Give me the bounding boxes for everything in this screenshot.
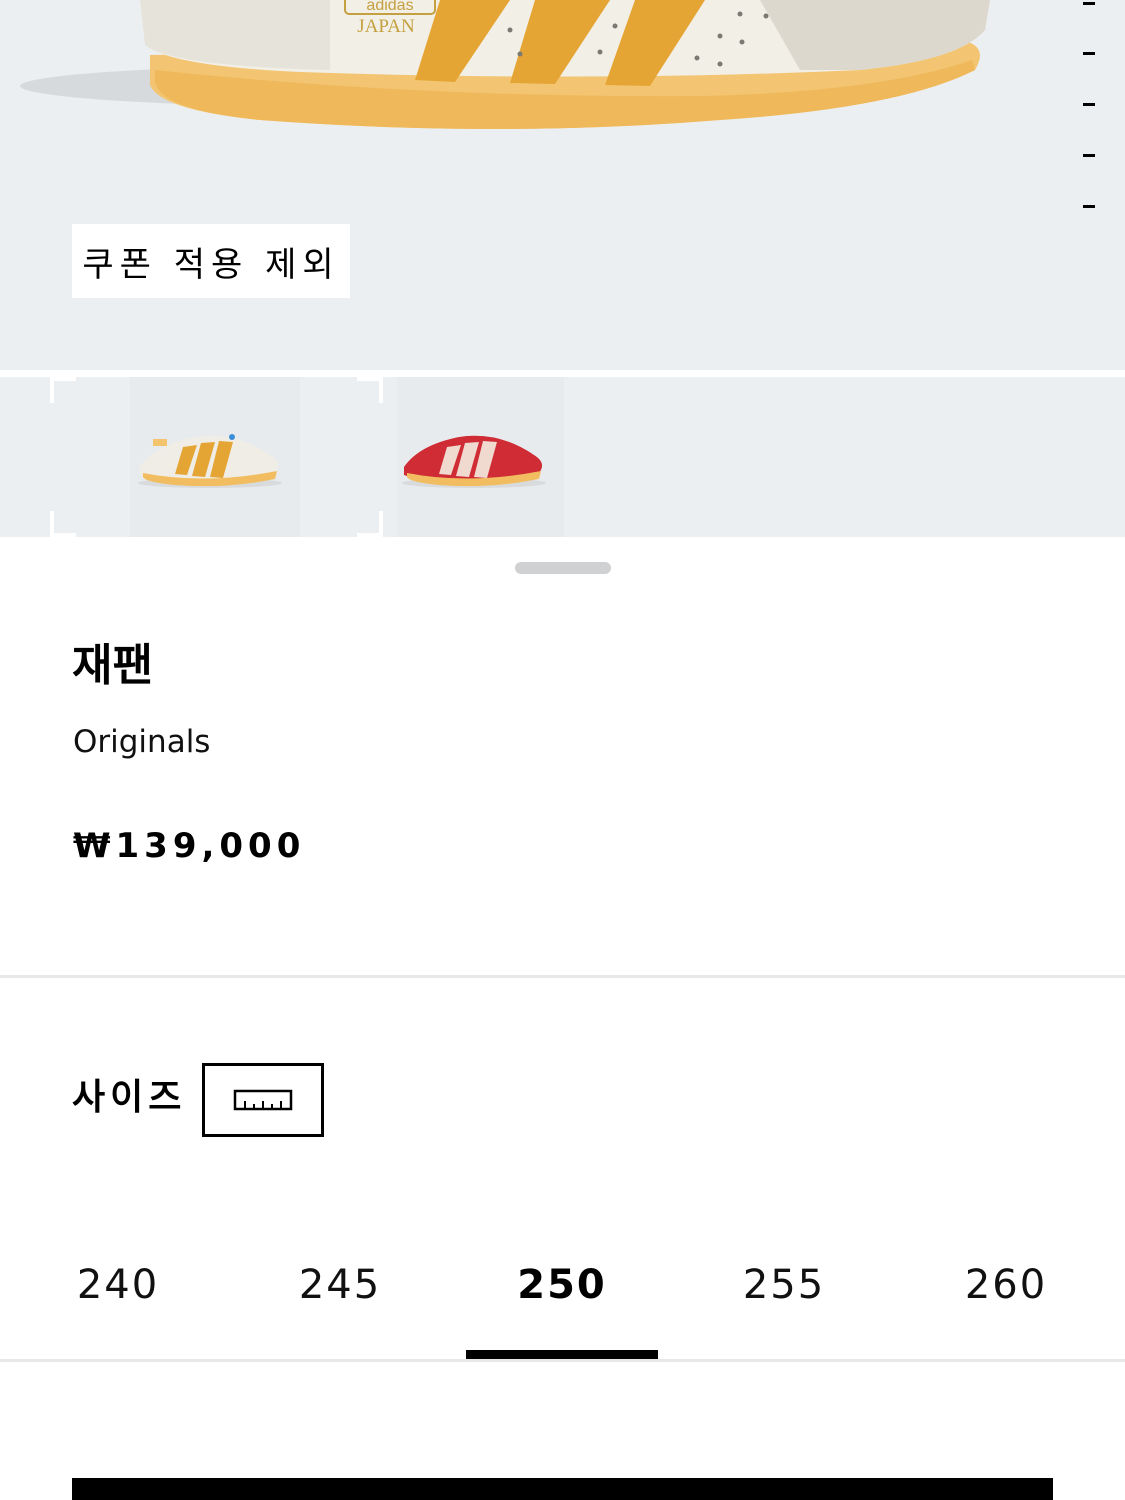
pagination-dot[interactable]	[1083, 205, 1095, 208]
selection-corner	[50, 511, 76, 537]
colorway-thumbnails	[0, 377, 1125, 537]
pagination-dot[interactable]	[1083, 2, 1095, 5]
size-option-250[interactable]: 250	[451, 1240, 673, 1330]
shoe-logo-subtext: JAPAN	[357, 16, 415, 37]
pagination-dot[interactable]	[1083, 154, 1095, 157]
selection-corner	[357, 377, 383, 403]
thumbnail-white-orange[interactable]	[50, 377, 383, 537]
pagination-dot[interactable]	[1083, 52, 1095, 55]
shoe-thumbnail-red-cream	[402, 435, 546, 488]
size-option-260[interactable]: 260	[895, 1240, 1117, 1330]
product-title: 재팬	[72, 640, 153, 691]
size-guide-button[interactable]	[202, 1063, 324, 1137]
size-selector: 240 245 250 255 260	[0, 1240, 1125, 1360]
shoe-thumbnail-white-orange	[138, 434, 282, 488]
shoe-image: adidas JAPAN	[20, 0, 990, 129]
selection-corner	[357, 511, 383, 537]
size-option-245[interactable]: 245	[229, 1240, 451, 1330]
selected-size-indicator	[466, 1350, 658, 1359]
section-divider	[0, 1359, 1125, 1362]
hero-divider	[0, 370, 1125, 377]
product-brand[interactable]: Originals	[73, 722, 210, 762]
thumbnail-red-cream[interactable]	[397, 377, 564, 537]
size-option-255[interactable]: 255	[673, 1240, 895, 1330]
product-price: ₩139,000	[73, 826, 306, 866]
size-option-240[interactable]: 240	[7, 1240, 229, 1330]
shoe-logo-text: adidas	[366, 0, 413, 14]
size-label: 사이즈	[72, 1077, 187, 1118]
product-hero-image[interactable]: adidas JAPAN 쿠폰 적용 제외	[0, 0, 1125, 370]
coupon-excluded-badge: 쿠폰 적용 제외	[72, 224, 350, 298]
add-to-cart-button[interactable]	[72, 1478, 1053, 1500]
bottom-sheet-drag-handle[interactable]	[515, 562, 611, 574]
pagination-dot[interactable]	[1083, 103, 1095, 106]
ruler-icon	[233, 1089, 293, 1111]
section-divider	[0, 975, 1125, 978]
selection-corner	[50, 377, 76, 403]
